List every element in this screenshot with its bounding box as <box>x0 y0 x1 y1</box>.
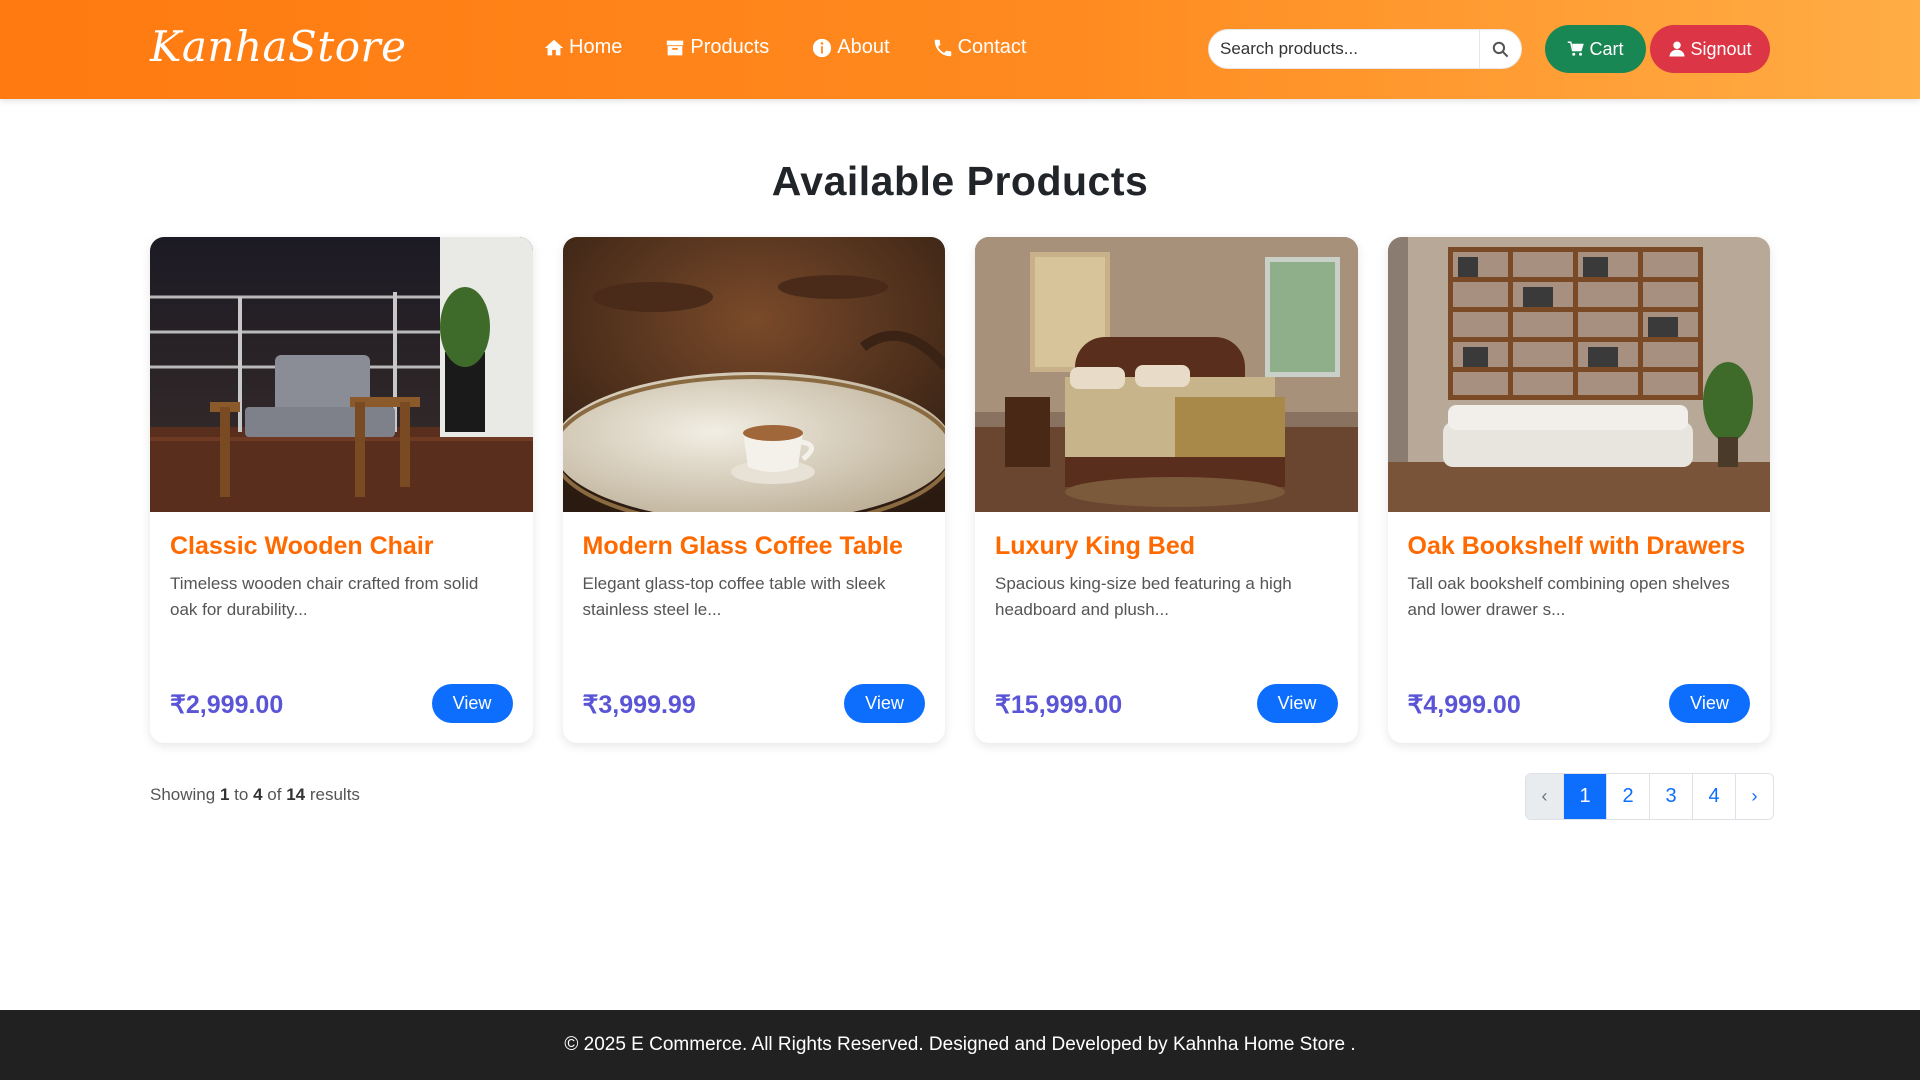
product-description: Spacious king-size bed featuring a high … <box>995 574 1292 619</box>
product-price: ₹4,999.00 <box>1407 691 1521 719</box>
results-total: 14 <box>286 785 306 804</box>
product-description: Timeless wooden chair crafted from solid… <box>170 574 479 619</box>
search-box <box>1208 29 1522 69</box>
product-card: Oak Bookshelf with Drawers Tall oak book… <box>1387 237 1770 743</box>
brand-logo[interactable]: KanhaStore <box>150 22 406 71</box>
view-button[interactable]: View <box>1669 684 1750 723</box>
results-of-word: of <box>267 785 282 804</box>
nav-home[interactable]: Home <box>543 36 622 59</box>
view-button[interactable]: View <box>431 684 513 723</box>
results-to-word: to <box>234 785 249 804</box>
product-card: Classic Wooden Chair Timeless wooden cha… <box>150 237 533 743</box>
product-title[interactable]: Luxury King Bed <box>995 532 1195 561</box>
product-price: ₹3,999.99 <box>582 691 696 719</box>
pagination: ‹ 1 2 3 4 › <box>1525 773 1774 820</box>
search-icon <box>1492 41 1509 57</box>
product-title[interactable]: Modern Glass Coffee Table <box>583 532 903 561</box>
product-image-bed[interactable] <box>975 237 1358 512</box>
product-title[interactable]: Oak Bookshelf with Drawers <box>1408 532 1746 561</box>
search-input[interactable] <box>1209 39 1479 59</box>
box-icon <box>667 40 684 55</box>
product-grid: Classic Wooden Chair Timeless wooden cha… <box>150 237 1770 743</box>
home-icon <box>544 39 564 55</box>
nav-contact[interactable]: Contact <box>932 36 1027 59</box>
results-prefix: Showing <box>150 785 216 804</box>
pagination-page-4[interactable]: 4 <box>1693 774 1736 819</box>
signout-label: Signout <box>1690 38 1752 59</box>
view-button[interactable]: View <box>844 684 925 723</box>
nav-contact-label: Contact <box>957 36 1027 58</box>
nav-products-label: Products <box>690 36 770 58</box>
product-price: ₹15,999.00 <box>995 691 1123 719</box>
navbar: KanhaStore Home Products About Contact C… <box>0 0 1920 99</box>
nav-about-label: About <box>837 36 890 58</box>
main-nav: Home Products About Contact <box>543 36 1027 59</box>
user-icon <box>1669 41 1685 57</box>
nav-products[interactable]: Products <box>664 36 769 59</box>
nav-home-label: Home <box>569 36 623 58</box>
results-suffix: results <box>309 785 360 804</box>
product-description: Tall oak bookshelf combining open shelve… <box>1407 574 1730 619</box>
signout-button[interactable]: Signout <box>1650 25 1770 73</box>
cart-button[interactable]: Cart <box>1545 25 1646 73</box>
footer-text: © 2025 E Commerce. All Rights Reserved. … <box>564 1034 1356 1055</box>
footer: © 2025 E Commerce. All Rights Reserved. … <box>0 1010 1920 1080</box>
product-image-chair[interactable] <box>150 237 533 512</box>
pagination-page-2[interactable]: 2 <box>1607 774 1650 819</box>
product-card: Luxury King Bed Spacious king-size bed f… <box>975 237 1358 743</box>
product-description: Elegant glass-top coffee table with slee… <box>582 574 886 619</box>
phone-icon <box>934 39 951 56</box>
product-image-bookshelf[interactable] <box>1387 237 1770 512</box>
pagination-page-3[interactable]: 3 <box>1650 774 1693 819</box>
search-button[interactable] <box>1479 30 1521 68</box>
product-price: ₹2,999.00 <box>170 691 284 719</box>
cart-icon <box>1568 41 1585 56</box>
product-title[interactable]: Classic Wooden Chair <box>170 532 434 561</box>
pagination-next[interactable]: › <box>1736 774 1773 819</box>
results-summary: Showing 1 to 4 of 14 results <box>150 785 360 805</box>
pagination-page-1[interactable]: 1 <box>1564 774 1607 819</box>
view-button[interactable]: View <box>1256 684 1338 723</box>
cart-label: Cart <box>1589 38 1624 59</box>
results-from: 1 <box>219 785 230 804</box>
product-image-coffee-table[interactable] <box>562 237 945 512</box>
pagination-prev[interactable]: ‹ <box>1526 774 1564 819</box>
results-to: 4 <box>253 785 263 804</box>
product-card: Modern Glass Coffee Table Elegant glass-… <box>562 237 945 743</box>
page-title: Available Products <box>771 158 1149 204</box>
info-icon <box>813 38 832 57</box>
nav-about[interactable]: About <box>811 36 890 59</box>
